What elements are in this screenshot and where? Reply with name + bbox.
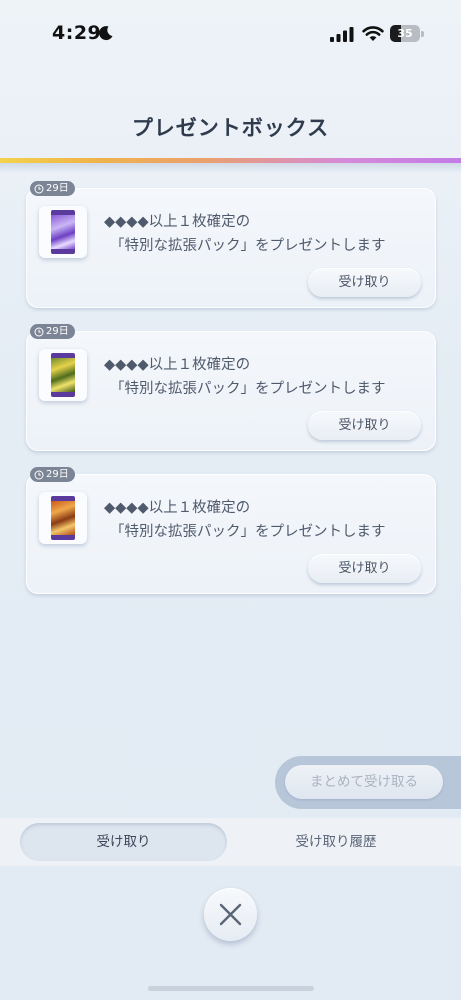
pack-thumbnail xyxy=(39,492,87,544)
page-title: プレゼントボックス xyxy=(131,116,330,140)
status-bar: 4:29 35 xyxy=(0,0,461,60)
receive-all-button[interactable]: まとめて受け取る xyxy=(285,765,443,799)
expiry-days: 29日 xyxy=(46,326,69,337)
tab-receive-history[interactable]: 受け取り履歴 xyxy=(236,823,436,861)
booster-pack-image xyxy=(51,210,75,254)
signal-icon xyxy=(330,27,354,42)
receive-button[interactable]: 受け取り xyxy=(308,554,421,583)
receive-button[interactable]: 受け取り xyxy=(308,411,421,440)
tab-bar: 受け取り 受け取り履歴 xyxy=(0,818,461,866)
pack-thumbnail xyxy=(39,206,87,258)
wifi-icon xyxy=(362,26,384,41)
pack-thumbnail xyxy=(39,349,87,401)
present-card: 29日 ◆◆◆◆以上１枚確定の 「特別な拡張パック」をプレゼントします 受け取り xyxy=(26,467,436,594)
receive-button[interactable]: 受け取り xyxy=(308,268,421,297)
present-description-line1: ◆◆◆◆以上１枚確定の xyxy=(104,357,251,373)
expiry-badge: 29日 xyxy=(30,324,75,339)
bulk-receive-panel: まとめて受け取る xyxy=(275,756,461,809)
present-description-line2: 「特別な拡張パック」をプレゼントします xyxy=(110,238,386,254)
status-time: 4:29 xyxy=(52,22,102,44)
expiry-days: 29日 xyxy=(46,183,69,194)
clock-icon xyxy=(34,327,44,336)
present-description-line1: ◆◆◆◆以上１枚確定の xyxy=(104,214,251,230)
present-description-line2: 「特別な拡張パック」をプレゼントします xyxy=(110,381,386,397)
header-shadow xyxy=(0,163,461,173)
present-description-line1: ◆◆◆◆以上１枚確定の xyxy=(104,500,251,516)
booster-pack-image xyxy=(51,353,75,397)
present-description-line2: 「特別な拡張パック」をプレゼントします xyxy=(110,524,386,540)
close-icon xyxy=(219,903,242,926)
booster-pack-image xyxy=(51,496,75,540)
present-card: 29日 ◆◆◆◆以上１枚確定の 「特別な拡張パック」をプレゼントします 受け取り xyxy=(26,324,436,451)
battery-level: 35 xyxy=(397,27,413,40)
expiry-badge: 29日 xyxy=(30,467,75,482)
tab-receive[interactable]: 受け取り xyxy=(20,823,227,861)
close-button[interactable] xyxy=(204,888,257,941)
moon-icon xyxy=(99,26,113,41)
clock-icon xyxy=(34,184,44,193)
battery-icon: 35 xyxy=(390,25,424,42)
expiry-badge: 29日 xyxy=(30,181,75,196)
header: プレゼントボックス xyxy=(0,60,461,160)
home-indicator[interactable] xyxy=(148,986,314,991)
present-card: 29日 ◆◆◆◆以上１枚確定の 「特別な拡張パック」をプレゼントします 受け取り xyxy=(26,181,436,308)
expiry-days: 29日 xyxy=(46,469,69,480)
clock-icon xyxy=(34,470,44,479)
